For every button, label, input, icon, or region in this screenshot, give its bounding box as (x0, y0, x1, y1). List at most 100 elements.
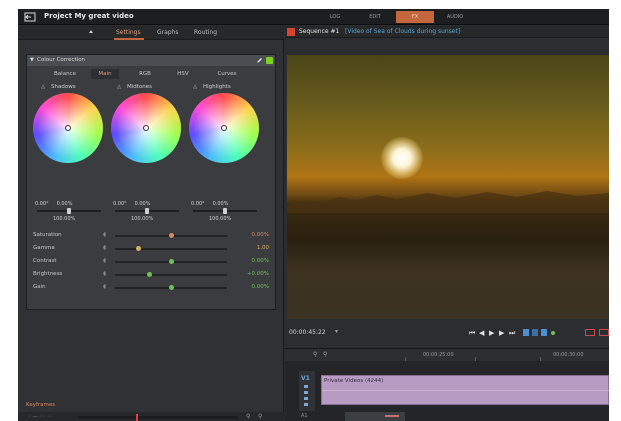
step-forward-icon[interactable]: ▶ (499, 329, 504, 337)
subtab-balance[interactable]: Balance (49, 69, 81, 79)
go-end-icon[interactable]: ⏭ (509, 329, 515, 337)
collapse-icon[interactable]: ▼ (30, 57, 34, 63)
param-label: Saturation (33, 232, 62, 238)
param-value[interactable]: 0.00% (252, 258, 269, 264)
overlay-icon[interactable] (585, 329, 595, 336)
eye-icon[interactable]: ◬ (193, 84, 197, 90)
wheel-handle[interactable] (143, 125, 149, 131)
mode-tabs: LOG EDIT FX AUDIO (316, 11, 476, 23)
param-slider[interactable] (115, 259, 227, 264)
slider-knob[interactable] (67, 208, 71, 214)
param-label: Brightness (33, 271, 63, 277)
safe-area-icon[interactable] (599, 329, 609, 336)
param-knob[interactable] (168, 233, 174, 238)
toggle-on-icon[interactable] (266, 57, 273, 64)
eye-icon[interactable]: ◬ (41, 84, 45, 90)
color-wheel-highlights[interactable] (189, 93, 259, 163)
param-knob[interactable] (168, 285, 174, 290)
ruler-tick (475, 357, 476, 361)
zoom-in-icon[interactable]: ⚲ (313, 351, 317, 358)
wheel-pct-shadows: 100.00% (53, 216, 76, 222)
wheel-slider-shadows[interactable] (37, 208, 101, 214)
zoom-out-icon[interactable]: ⚲ (258, 413, 262, 420)
keyframe-controls[interactable]: ◦ — ◦◦ ◦◦ (28, 414, 53, 420)
slider-knob[interactable] (223, 208, 227, 214)
param-value[interactable]: +0.00% (247, 271, 269, 277)
param-knob[interactable] (147, 272, 153, 277)
reset-icon[interactable]: ◖ (103, 283, 106, 290)
param-value[interactable]: 0.00% (252, 284, 269, 290)
param-slider[interactable] (115, 272, 227, 277)
zoom-in-icon[interactable]: ⚲ (246, 413, 250, 420)
play-icon[interactable]: ▶ (489, 329, 494, 337)
clip-name[interactable]: [Video of Sea of Clouds during sunset] (345, 28, 460, 35)
video-clip[interactable]: Private Videos (4244) (321, 375, 609, 405)
video-viewer[interactable] (287, 55, 609, 319)
wheel-amount: 0.00% (134, 201, 151, 207)
param-slider[interactable] (115, 246, 227, 251)
track-lock-icon[interactable] (304, 385, 308, 388)
color-wheel-shadows[interactable] (33, 93, 103, 163)
subtab-main[interactable]: Main (91, 69, 119, 79)
track-header-v1[interactable]: V1 (299, 371, 315, 411)
color-wheel-midtones[interactable] (111, 93, 181, 163)
param-gamma: Gamma ◖ 1.00 (33, 244, 271, 254)
transport-bar: 00:00:45:22 ▾ ⏮ ◀ ▶ ▶ ⏭ (285, 324, 609, 342)
wheel-amount: 0.00% (212, 201, 229, 207)
reset-icon[interactable]: ◖ (103, 257, 106, 264)
clip-icon[interactable] (541, 329, 547, 336)
keyframe-playhead[interactable] (136, 414, 138, 421)
back-icon[interactable] (24, 12, 36, 22)
effects-panel: Settings Graphs Routing ▼ Colour Correct… (18, 26, 284, 421)
clip-divider (322, 390, 609, 391)
param-slider[interactable] (115, 233, 227, 238)
keyframe-track[interactable] (78, 416, 238, 419)
pin-icon[interactable] (88, 30, 94, 36)
slider-knob[interactable] (145, 208, 149, 214)
reset-icon[interactable]: ◖ (103, 270, 106, 277)
cc-header[interactable]: ▼ Colour Correction (27, 55, 275, 66)
wheel-handle[interactable] (221, 125, 227, 131)
wheel-slider-highlights[interactable] (193, 208, 257, 214)
eye-icon[interactable]: ◬ (117, 84, 121, 90)
timeline-ruler[interactable]: ⚲ ⚲ 00:00:25:00 00:00:30:00 (285, 349, 609, 361)
reset-icon[interactable]: ◖ (103, 244, 106, 251)
track-eye-icon[interactable] (304, 391, 308, 394)
tab-fx[interactable]: FX (396, 11, 434, 23)
sequence-name[interactable]: Sequence #1 (299, 28, 339, 35)
go-start-icon[interactable]: ⏮ (469, 329, 475, 337)
wheel-angle: 0.00° (35, 201, 49, 207)
record-icon[interactable] (287, 28, 295, 36)
project-title[interactable]: Project My great video (44, 12, 134, 20)
param-knob[interactable] (168, 259, 174, 264)
wheel-angle: 0.00° (191, 201, 205, 207)
param-value[interactable]: 0.00% (252, 232, 269, 238)
tab-audio[interactable]: AUDIO (436, 11, 474, 23)
track-link-icon[interactable] (304, 403, 308, 406)
wheel-values-midtones: 0.00° 0.00% (113, 201, 150, 207)
param-gain: Gain ◖ 0.00% (33, 283, 271, 293)
timecode-dropdown-icon[interactable]: ▾ (335, 328, 338, 335)
subtab-curves[interactable]: Curves (211, 69, 243, 79)
tab-edit[interactable]: EDIT (356, 11, 394, 23)
param-value[interactable]: 1.00 (257, 245, 269, 251)
mark-in-icon[interactable] (523, 329, 529, 336)
param-label: Contrast (33, 258, 57, 264)
subtab-rgb[interactable]: RGB (131, 69, 159, 79)
wheel-label-shadows: Shadows (51, 84, 76, 90)
tab-graphs[interactable]: Graphs (157, 26, 179, 40)
pen-icon[interactable] (256, 57, 263, 64)
step-back-icon[interactable]: ◀ (479, 329, 484, 337)
mark-out-icon[interactable] (532, 329, 538, 336)
wheel-slider-midtones[interactable] (115, 208, 179, 214)
zoom-out-icon[interactable]: ⚲ (323, 351, 327, 358)
subtab-hsv[interactable]: HSV (169, 69, 197, 79)
param-slider[interactable] (115, 285, 227, 290)
tab-routing[interactable]: Routing (194, 26, 217, 40)
tab-log[interactable]: LOG (316, 11, 354, 23)
reset-icon[interactable]: ◖ (103, 231, 106, 238)
wheel-handle[interactable] (65, 125, 71, 131)
param-knob[interactable] (136, 246, 142, 251)
timecode[interactable]: 00:00:45:22 (289, 329, 326, 336)
track-sync-icon[interactable] (304, 397, 308, 400)
